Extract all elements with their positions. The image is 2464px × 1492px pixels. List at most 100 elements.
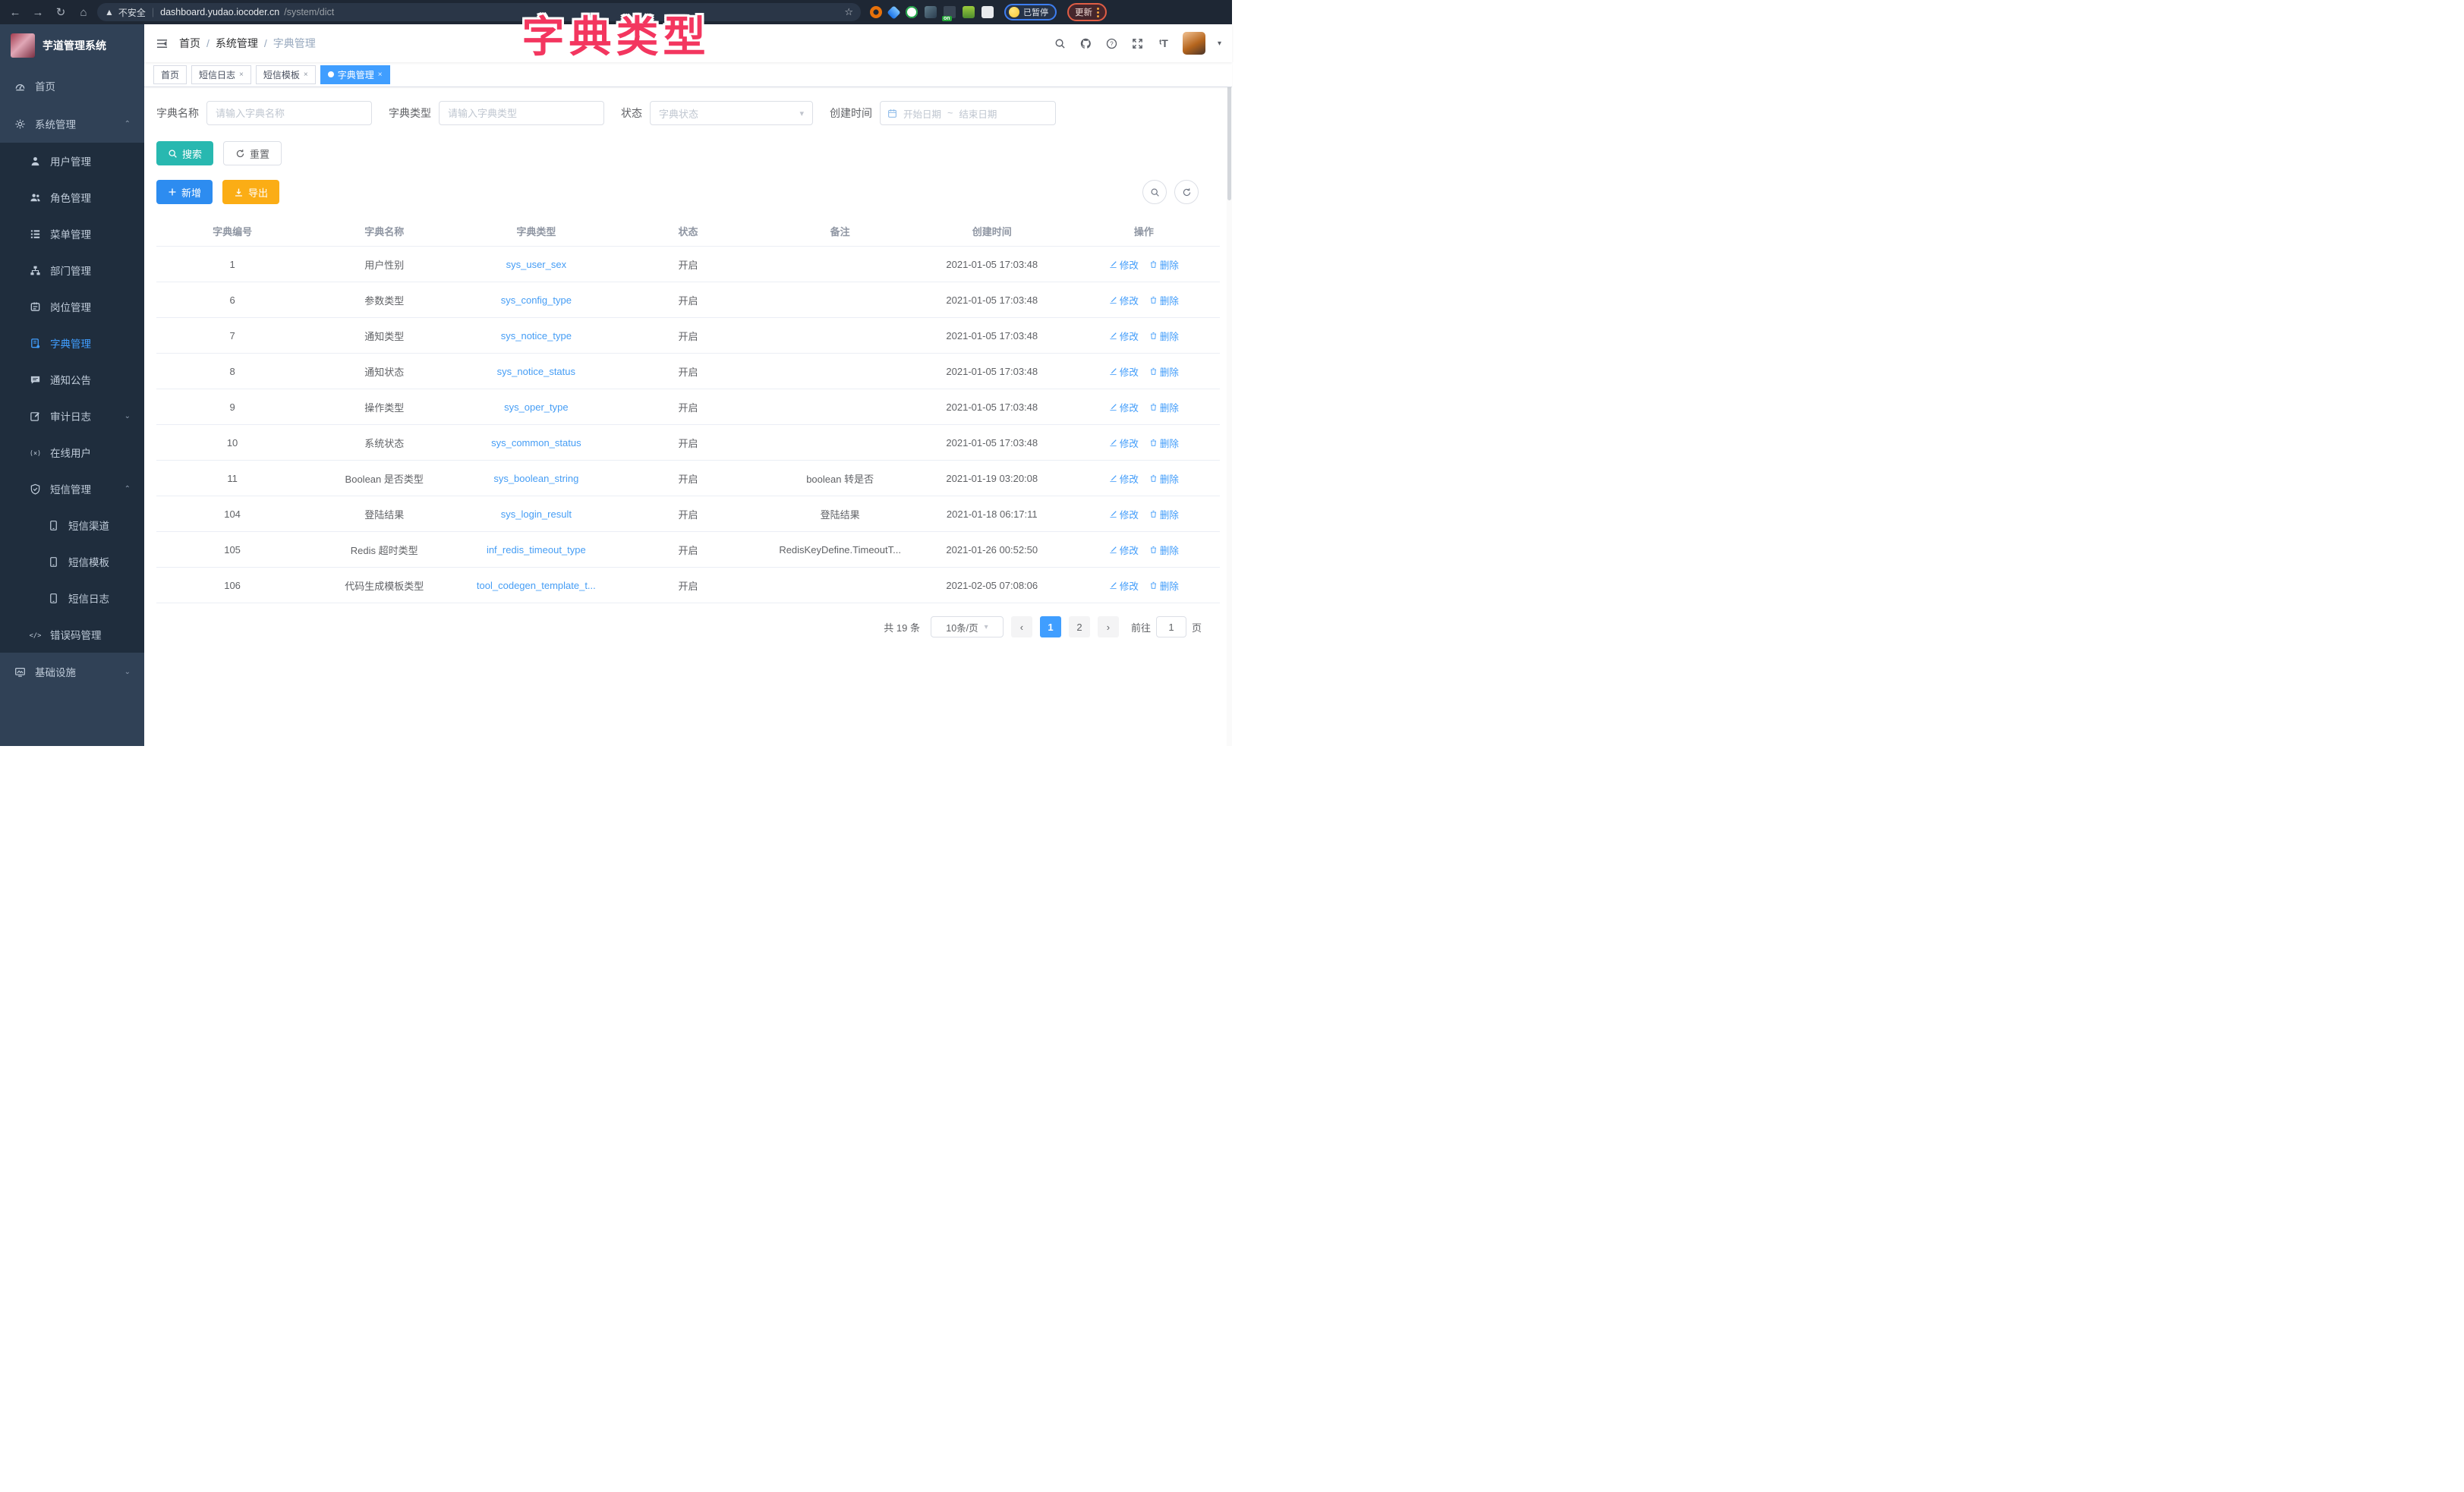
edit-row-button[interactable]: 修改 <box>1109 364 1139 379</box>
fullscreen-icon[interactable] <box>1131 36 1145 50</box>
edit-row-button[interactable]: 修改 <box>1109 578 1139 593</box>
delete-row-button[interactable]: 删除 <box>1149 364 1179 379</box>
browser-home-icon[interactable]: ⌂ <box>74 3 93 21</box>
edit-row-button[interactable]: 修改 <box>1109 543 1139 557</box>
dict-type-input[interactable] <box>439 101 604 125</box>
breadcrumb-item-1[interactable]: 系统管理 <box>216 36 258 51</box>
delete-row-button[interactable]: 删除 <box>1149 471 1179 486</box>
header-search-icon[interactable] <box>1054 36 1067 50</box>
delete-row-button[interactable]: 删除 <box>1149 293 1179 307</box>
sidebar-item-13[interactable]: 短信模板 <box>0 543 144 580</box>
sidebar-logo-row[interactable]: 芋道管理系统 <box>0 24 144 67</box>
dict-name-input[interactable] <box>206 101 372 125</box>
add-button[interactable]: 新增 <box>156 180 213 204</box>
sidebar-item-8[interactable]: 通知公告 <box>0 361 144 398</box>
delete-row-button[interactable]: 删除 <box>1149 507 1179 521</box>
sidebar-item-16[interactable]: 基础设施⌄ <box>0 653 144 691</box>
orange-circle-extension-icon[interactable] <box>870 6 882 18</box>
tab-close-icon[interactable]: × <box>378 71 383 79</box>
hamburger-icon[interactable] <box>155 36 169 50</box>
search-button[interactable]: 搜索 <box>156 141 213 165</box>
dict-type-link[interactable]: sys_boolean_string <box>493 473 578 484</box>
delete-row-button[interactable]: 删除 <box>1149 578 1179 593</box>
delete-row-button[interactable]: 删除 <box>1149 436 1179 450</box>
tab-label: 字典管理 <box>338 68 374 81</box>
page-size-select[interactable]: 10条/页 ▾ <box>931 616 1004 637</box>
edit-row-button[interactable]: 修改 <box>1109 293 1139 307</box>
sidebar-item-7[interactable]: 字典管理 <box>0 325 144 361</box>
sidebar-item-3[interactable]: 角色管理 <box>0 179 144 216</box>
edit-row-button[interactable]: 修改 <box>1109 257 1139 272</box>
browser-reload-icon[interactable]: ↻ <box>52 3 70 21</box>
dict-type-link[interactable]: sys_user_sex <box>506 259 566 270</box>
blue-gem-extension-icon[interactable] <box>887 5 900 19</box>
edit-row-button[interactable]: 修改 <box>1109 507 1139 521</box>
refresh-table-button[interactable] <box>1174 180 1199 204</box>
user-avatar[interactable] <box>1183 32 1205 55</box>
edit-row-button[interactable]: 修改 <box>1109 471 1139 486</box>
goto-page-input[interactable] <box>1156 616 1186 637</box>
next-page-button[interactable]: › <box>1098 616 1119 637</box>
edit-row-button[interactable]: 修改 <box>1109 436 1139 450</box>
delete-row-button[interactable]: 删除 <box>1149 329 1179 343</box>
sidebar-item-5[interactable]: 部门管理 <box>0 252 144 288</box>
help-icon[interactable]: ? <box>1105 36 1119 50</box>
status-select[interactable]: 字典状态 ▾ <box>650 101 813 125</box>
github-icon[interactable] <box>1079 36 1093 50</box>
tab-close-icon[interactable]: × <box>304 71 308 79</box>
page-button-2[interactable]: 2 <box>1069 616 1090 637</box>
page-scrollbar[interactable] <box>1227 24 1232 746</box>
dict-type-link[interactable]: sys_login_result <box>501 508 572 520</box>
dict-type-link[interactable]: sys_common_status <box>491 437 581 449</box>
dict-type-link[interactable]: sys_notice_type <box>501 330 572 342</box>
tab-2[interactable]: 短信模板× <box>256 65 316 84</box>
tab-close-icon[interactable]: × <box>239 71 244 79</box>
address-bar[interactable]: ▲ 不安全 | dashboard.yudao.iocoder.cn/syste… <box>97 3 861 21</box>
font-size-icon[interactable]: ᵗT <box>1157 36 1171 50</box>
prev-page-button[interactable]: ‹ <box>1011 616 1032 637</box>
green-plant-extension-icon[interactable] <box>963 6 975 18</box>
sidebar-item-14[interactable]: 短信日志 <box>0 580 144 616</box>
delete-row-button[interactable]: 删除 <box>1149 543 1179 557</box>
breadcrumb-item-0[interactable]: 首页 <box>179 36 200 51</box>
sidebar-item-6[interactable]: 岗位管理 <box>0 288 144 325</box>
sidebar-item-0[interactable]: 首页 <box>0 67 144 105</box>
sidebar-item-15[interactable]: </>错误码管理 <box>0 616 144 653</box>
dict-type-link[interactable]: sys_oper_type <box>504 401 569 413</box>
sidebar-item-11[interactable]: 短信管理⌃ <box>0 471 144 507</box>
tab-3[interactable]: 字典管理 × <box>320 65 390 84</box>
sidebar-item-9[interactable]: 审计日志⌄ <box>0 398 144 434</box>
browser-menu-icon[interactable] <box>1097 8 1099 17</box>
browser-forward-icon[interactable]: → <box>29 3 47 21</box>
sidebar-item-2[interactable]: 用户管理 <box>0 143 144 179</box>
avatar-caret-icon[interactable]: ▾ <box>1218 39 1221 48</box>
sidebar-item-4[interactable]: 菜单管理 <box>0 216 144 252</box>
edit-row-button[interactable]: 修改 <box>1109 400 1139 414</box>
tab-1[interactable]: 短信日志× <box>191 65 251 84</box>
page-button-1[interactable]: 1 <box>1040 616 1061 637</box>
date-range-picker[interactable]: 开始日期 ~ 结束日期 <box>880 101 1056 125</box>
security-warning-icon[interactable]: ▲ <box>105 7 114 17</box>
blue-grid-extension-icon[interactable] <box>925 6 937 18</box>
browser-update-button[interactable]: 更新 <box>1067 3 1107 21</box>
browser-back-icon[interactable]: ← <box>6 3 24 21</box>
reset-button[interactable]: 重置 <box>223 141 282 165</box>
delete-row-button[interactable]: 删除 <box>1149 400 1179 414</box>
show-search-toggle-button[interactable] <box>1142 180 1167 204</box>
green-circle-extension-icon[interactable] <box>906 6 918 18</box>
delete-row-button[interactable]: 删除 <box>1149 257 1179 272</box>
dict-type-link[interactable]: tool_codegen_template_t... <box>477 580 596 591</box>
sidebar-item-10[interactable]: (×)在线用户 <box>0 434 144 471</box>
paused-extension-badge[interactable]: 已暂停 <box>1004 4 1057 20</box>
white-puzzle-extension-icon[interactable] <box>982 6 994 18</box>
dict-type-link[interactable]: sys_config_type <box>501 294 572 306</box>
sidebar-item-12[interactable]: 短信渠道 <box>0 507 144 543</box>
bookmark-star-icon[interactable]: ☆ <box>844 6 853 18</box>
dict-type-link[interactable]: inf_redis_timeout_type <box>487 544 586 556</box>
edit-row-button[interactable]: 修改 <box>1109 329 1139 343</box>
export-button[interactable]: 导出 <box>222 180 279 204</box>
tabs-on-extension-icon[interactable]: on <box>944 6 956 18</box>
dict-type-link[interactable]: sys_notice_status <box>497 366 575 377</box>
tab-0[interactable]: 首页 <box>153 65 187 84</box>
sidebar-item-1[interactable]: 系统管理⌃ <box>0 105 144 143</box>
